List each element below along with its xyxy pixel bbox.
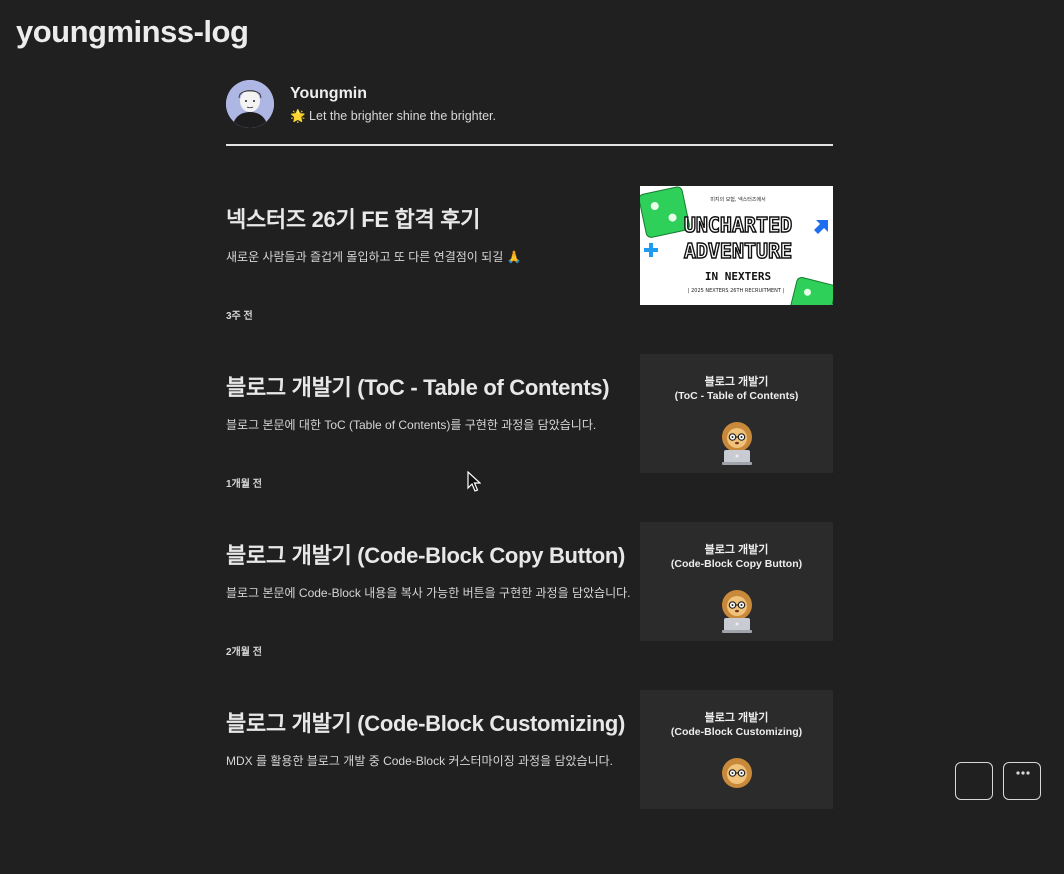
profile-card: Youngmin 🌟 Let the brighter shine the br… xyxy=(226,80,833,128)
thumbnail-title: 블로그 개발기 (ToC - Table of Contents) xyxy=(674,376,799,402)
post-thumbnail[interactable]: 블로그 개발기 (ToC - Table of Contents) xyxy=(640,354,833,473)
post-description: 블로그 본문에 Code-Block 내용을 복사 가능한 버튼을 구현한 과정… xyxy=(226,586,631,600)
lion-icon xyxy=(722,422,752,465)
more-icon xyxy=(1016,771,1030,775)
thumbnail-title: 블로그 개발기 (Code-Block Customizing) xyxy=(670,712,803,738)
post-item[interactable]: 넥스터즈 26기 FE 합격 후기 새로운 사람들과 즐겁게 몰입하고 또 다른… xyxy=(226,186,833,370)
post-title[interactable]: 블로그 개발기 (ToC - Table of Contents) xyxy=(226,370,610,402)
post-title[interactable]: 넥스터즈 26기 FE 합격 후기 xyxy=(226,202,480,234)
thumbnail-title: 블로그 개발기 (Code-Block Copy Button) xyxy=(670,544,803,570)
post-item[interactable]: 블로그 개발기 (ToC - Table of Contents) 블로그 본문… xyxy=(226,354,833,538)
post-date: 3주 전 xyxy=(226,311,253,322)
nexters-line2: ADVENTURE xyxy=(684,239,792,263)
post-description: 새로운 사람들과 즐겁게 몰입하고 또 다른 연결점이 되길 🙏 xyxy=(226,250,522,264)
author-bio: 🌟 Let the brighter shine the brighter. xyxy=(290,108,496,123)
post-item[interactable]: 블로그 개발기 (Code-Block Copy Button) 블로그 본문에… xyxy=(226,522,833,706)
mouse-pointer-icon xyxy=(467,471,481,492)
nexters-bottom-text: | 2025 NEXTERS 26TH RECRUITMENT | xyxy=(688,288,785,294)
post-item[interactable]: 블로그 개발기 (Code-Block Customizing) MDX 를 활… xyxy=(226,690,833,874)
avatar xyxy=(226,80,274,128)
scroll-top-button[interactable] xyxy=(955,762,993,800)
profile-text: Youngmin 🌟 Let the brighter shine the br… xyxy=(290,85,496,124)
nexters-top-text: 미지의 모험, 넥스터즈에서 xyxy=(710,196,765,203)
site-title[interactable]: youngminss-log xyxy=(16,14,249,50)
post-date: 2개월 전 xyxy=(226,647,262,658)
post-title[interactable]: 블로그 개발기 (Code-Block Customizing) xyxy=(226,706,625,738)
lion-icon xyxy=(722,758,752,788)
post-description: 블로그 본문에 대한 ToC (Table of Contents)를 구현한 … xyxy=(226,418,597,432)
main-content: Youngmin 🌟 Let the brighter shine the br… xyxy=(226,80,833,874)
post-thumbnail[interactable]: 블로그 개발기 (Code-Block Copy Button) xyxy=(640,522,833,641)
menu-button[interactable] xyxy=(1003,762,1041,800)
post-title[interactable]: 블로그 개발기 (Code-Block Copy Button) xyxy=(226,538,625,570)
lion-icon xyxy=(722,590,752,633)
nexters-line3: IN NEXTERS xyxy=(705,270,771,283)
author-name: Youngmin xyxy=(290,84,368,102)
nexters-line1: UNCHARTED xyxy=(684,213,792,237)
post-thumbnail[interactable]: 미지의 모험, 넥스터즈에서 UNCHARTED ADVENTURE IN NE… xyxy=(640,186,833,305)
post-thumbnail[interactable]: 블로그 개발기 (Code-Block Customizing) xyxy=(640,690,833,809)
post-date: 1개월 전 xyxy=(226,479,262,490)
post-description: MDX 를 활용한 블로그 개발 중 Code-Block 커스터마이징 과정을… xyxy=(226,754,613,768)
